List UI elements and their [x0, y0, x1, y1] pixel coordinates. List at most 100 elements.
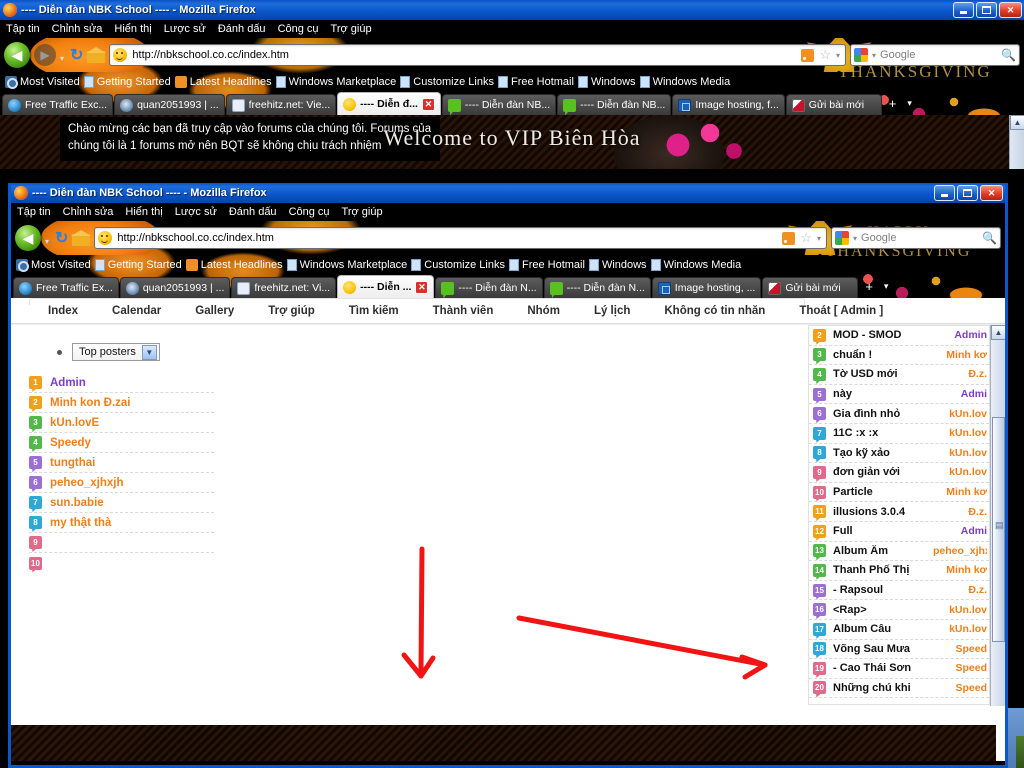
- topic-author[interactable]: Minh kơ: [946, 564, 987, 576]
- chevron-down-icon[interactable]: ▾: [872, 51, 876, 60]
- restore-button[interactable]: [957, 185, 978, 201]
- menu-item-bookmarks[interactable]: Đánh dấu: [218, 23, 266, 35]
- nav-link-gallery[interactable]: Gallery: [178, 305, 251, 317]
- menu-item-file[interactable]: Tập tin: [17, 206, 51, 218]
- list-item[interactable]: [809, 698, 989, 704]
- topic-title[interactable]: - Rapsoul: [833, 584, 961, 596]
- topic-author[interactable]: Đ.z.: [968, 584, 987, 596]
- nav-link-members[interactable]: Thành viên: [416, 305, 511, 317]
- list-item[interactable]: 11 illusions 3.0.4 Đ.z.: [809, 502, 989, 522]
- user-name[interactable]: kUn.lovE: [50, 417, 99, 429]
- bookmark-customize-links[interactable]: Customize Links: [400, 75, 494, 88]
- menu-item-bookmarks[interactable]: Đánh dấu: [229, 206, 277, 218]
- user-name[interactable]: Admin: [50, 377, 86, 389]
- tab-freehitz[interactable]: freehitz.net: Vi...: [231, 277, 337, 298]
- list-item[interactable]: 10: [29, 553, 214, 573]
- topic-title[interactable]: - Cao Thái Sơn: [833, 662, 948, 674]
- nav-link-calendar[interactable]: Calendar: [95, 305, 178, 317]
- user-name[interactable]: peheo_xjhxjh: [50, 477, 124, 489]
- list-item[interactable]: 7 11C :x :x kUn.lov: [809, 424, 989, 444]
- topic-author[interactable]: kUn.lov: [949, 466, 987, 478]
- rss-icon[interactable]: [782, 231, 796, 245]
- search-input[interactable]: Google: [861, 232, 978, 244]
- list-item[interactable]: 2 Minh kon Đ.zai: [29, 393, 214, 413]
- tab-dien-dan-n-1[interactable]: ---- Diễn đàn N...: [435, 277, 543, 298]
- list-item[interactable]: 12 Full Admi: [809, 522, 989, 542]
- topic-title[interactable]: Võng Sau Mưa: [833, 643, 948, 655]
- topic-author[interactable]: kUn.lov: [949, 623, 987, 635]
- search-input[interactable]: Google: [880, 49, 997, 61]
- list-item[interactable]: 20 Những chú khi Speed: [809, 679, 989, 699]
- user-name[interactable]: Minh kon Đ.zai: [50, 397, 131, 409]
- tab-dien-dan-n-2[interactable]: ---- Diễn đàn N...: [543, 277, 651, 298]
- user-name[interactable]: tungthai: [50, 457, 95, 469]
- search-icon[interactable]: 🔍: [1001, 48, 1016, 62]
- menu-item-tools[interactable]: Công cụ: [278, 23, 319, 35]
- topic-title[interactable]: <Rap>: [833, 604, 942, 616]
- search-bar[interactable]: ▾ Google 🔍: [831, 227, 1001, 249]
- topic-title[interactable]: Particle: [833, 486, 939, 498]
- topic-title[interactable]: Thanh Phố Thị: [833, 564, 939, 576]
- menu-item-tools[interactable]: Công cụ: [289, 206, 330, 218]
- tab-gui-bai-moi[interactable]: Gửi bài mới: [785, 94, 882, 115]
- topic-title[interactable]: này: [833, 388, 954, 400]
- tab-dien-dan-nb-1[interactable]: ---- Diễn đàn NB...: [441, 94, 557, 115]
- user-name[interactable]: Speedy: [50, 437, 91, 449]
- list-item[interactable]: 9: [29, 533, 214, 553]
- menu-item-view[interactable]: Hiển thị: [114, 23, 151, 35]
- tab-gui-bai-moi[interactable]: Gửi bài mới: [762, 277, 859, 298]
- bookmark-windows[interactable]: Windows: [588, 258, 647, 271]
- list-item[interactable]: 14 Thanh Phố Thị Minh kơ: [809, 561, 989, 581]
- bookmark-getting-started[interactable]: Getting Started: [94, 258, 182, 271]
- list-item[interactable]: 16 <Rap> kUn.lov: [809, 600, 989, 620]
- nav-link-groups[interactable]: Nhóm: [510, 305, 577, 317]
- topic-author[interactable]: Admi: [961, 388, 987, 400]
- menu-item-edit[interactable]: Chỉnh sửa: [63, 206, 114, 218]
- close-button[interactable]: ✕: [999, 2, 1022, 18]
- list-item[interactable]: 9 đơn giản với kUn.lov: [809, 463, 989, 483]
- nav-link-help[interactable]: Trợ giúp: [251, 305, 332, 317]
- close-icon[interactable]: ✕: [415, 280, 429, 294]
- url-bar[interactable]: http://nbkschool.co.cc/index.htm ☆ ▾: [109, 44, 846, 66]
- topic-author[interactable]: kUn.lov: [949, 408, 987, 420]
- topic-title[interactable]: Tờ USD mới: [833, 368, 961, 380]
- home-icon[interactable]: [86, 47, 107, 63]
- list-item[interactable]: 15 - Rapsoul Đ.z.: [809, 581, 989, 601]
- tab-dien-dan-active[interactable]: ---- Diễn đ... ✕: [337, 92, 441, 115]
- bookmark-windows-marketplace[interactable]: Windows Marketplace: [275, 75, 396, 88]
- topic-title[interactable]: MOD - SMOD: [833, 329, 947, 341]
- menu-item-history[interactable]: Lược sử: [164, 23, 206, 35]
- tab-image-hosting[interactable]: Image hosting, ...: [651, 277, 762, 298]
- chevron-down-icon[interactable]: ▾: [45, 237, 49, 246]
- topic-title[interactable]: 11C :x :x: [833, 427, 942, 439]
- list-item[interactable]: 8 my thật thà: [29, 513, 214, 533]
- bookmark-customize-links[interactable]: Customize Links: [411, 258, 505, 271]
- scroll-up-icon[interactable]: ▲: [991, 325, 1005, 340]
- topic-title[interactable]: Album Âm: [833, 545, 926, 557]
- reload-icon[interactable]: ↻: [55, 228, 68, 248]
- topic-author[interactable]: kUn.lov: [949, 604, 987, 616]
- user-name[interactable]: my thật thà: [50, 517, 111, 529]
- rss-icon[interactable]: [801, 48, 815, 62]
- page-scrollbar[interactable]: ▲: [1009, 115, 1024, 169]
- bookmark-most-visited[interactable]: Most Visited: [5, 75, 80, 89]
- nav-link-profile[interactable]: Lý lịch: [577, 305, 647, 317]
- nav-link-messages[interactable]: Không có tin nhắn: [647, 305, 782, 317]
- scroll-up-icon[interactable]: ▲: [1010, 115, 1024, 130]
- menu-item-view[interactable]: Hiển thị: [125, 206, 162, 218]
- chevron-down-icon[interactable]: ▾: [60, 54, 64, 63]
- list-item[interactable]: 4 Speedy: [29, 433, 214, 453]
- tab-freehitz[interactable]: freehitz.net: Vie...: [225, 94, 337, 115]
- topic-author[interactable]: Minh kơ: [946, 349, 987, 361]
- bookmark-most-visited[interactable]: Most Visited: [16, 258, 91, 272]
- bookmark-getting-started[interactable]: Getting Started: [83, 75, 171, 88]
- user-name[interactable]: sun.babie: [50, 497, 104, 509]
- topic-author[interactable]: kUn.lov: [949, 427, 987, 439]
- tab-image-hosting[interactable]: Image hosting, f...: [672, 94, 785, 115]
- back-arrow-icon[interactable]: ◀: [4, 42, 30, 68]
- topic-author[interactable]: Admin: [954, 329, 987, 341]
- menu-item-history[interactable]: Lược sử: [175, 206, 217, 218]
- topic-title[interactable]: Tạo kỹ xảo: [833, 447, 942, 459]
- close-icon[interactable]: ✕: [421, 97, 435, 111]
- page-scrollbar[interactable]: ▲ ▤: [990, 325, 1005, 706]
